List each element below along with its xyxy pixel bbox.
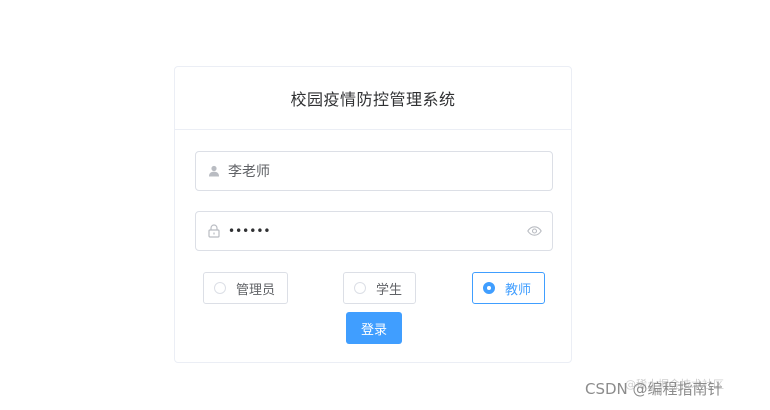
login-card: 校园疫情防控管理系统 •••••• 管理员 — [174, 66, 572, 363]
radio-circle-checked — [483, 282, 495, 294]
page-title: 校园疫情防控管理系统 — [290, 90, 456, 109]
radio-circle — [214, 282, 226, 294]
role-label: 管理员 — [236, 282, 276, 298]
username-field[interactable] — [195, 151, 553, 191]
radio-dot — [487, 286, 491, 290]
watermark: CSDN @编程指南针 — [585, 380, 723, 398]
card-header: 校园疫情防控管理系统 — [175, 67, 571, 130]
role-radio-admin[interactable]: 管理员 — [203, 272, 288, 304]
role-label: 教师 — [505, 282, 532, 298]
lock-icon — [206, 223, 222, 239]
eye-icon[interactable] — [526, 223, 542, 239]
role-radio-teacher[interactable]: 教师 — [472, 272, 545, 304]
username-input[interactable] — [222, 152, 552, 190]
password-field[interactable]: •••••• — [195, 211, 553, 251]
user-icon — [206, 163, 222, 179]
role-label: 学生 — [376, 282, 403, 298]
role-radio-student[interactable]: 学生 — [343, 272, 416, 304]
password-input[interactable]: •••••• — [222, 212, 526, 250]
radio-circle — [354, 282, 366, 294]
login-button[interactable]: 登录 — [346, 312, 402, 344]
